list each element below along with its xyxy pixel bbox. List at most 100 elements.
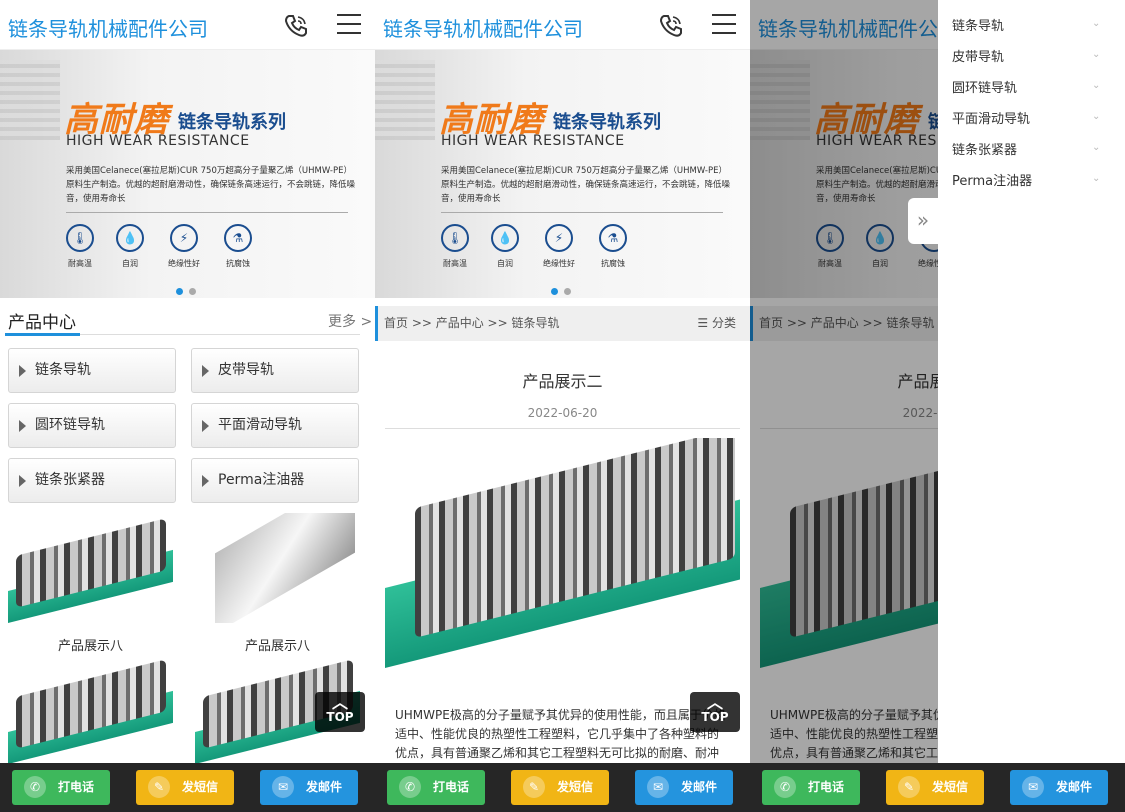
product-name[interactable]: 产品展示八 xyxy=(195,635,360,654)
product-card[interactable]: 产品展示八 xyxy=(195,513,360,654)
menu-item[interactable]: 圆环链导轨 xyxy=(952,77,1017,96)
drop-icon: 💧 xyxy=(116,224,144,252)
menu-item[interactable]: 平面滑动导轨 xyxy=(952,108,1030,127)
chevron-down-icon[interactable]: ⌄ xyxy=(1092,18,1100,29)
menu-item[interactable]: 链条张紧器 xyxy=(952,139,1017,158)
banner-english: HIGH WEAR RESISTANCE xyxy=(66,133,250,149)
detail-screen: 链条导轨机械配件公司 高耐磨 链条导轨系列 HIGH WEAR RESISTAN… xyxy=(375,0,750,812)
phone-icon[interactable] xyxy=(283,13,309,39)
product-image[interactable] xyxy=(195,513,360,623)
category-button[interactable]: 圆环链导轨 xyxy=(8,403,176,448)
call-button[interactable]: ✆ 打电话 xyxy=(387,770,485,805)
list-icon: ☰ xyxy=(697,316,712,330)
mail-icon: ✉ xyxy=(1022,776,1044,798)
back-to-top-button[interactable]: ︿ TOP xyxy=(315,692,365,732)
phone-icon: ✆ xyxy=(24,776,46,798)
home-screen: 链条导轨机械配件公司 高耐磨 链条导轨系列 HIGH WEAR RESISTAN… xyxy=(0,0,375,812)
edit-icon: ✎ xyxy=(898,776,920,798)
category-button[interactable]: 链条导轨 xyxy=(8,348,176,393)
banner-slider[interactable]: 高耐磨 链条导轨系列 HIGH WEAR RESISTANCE 采用美国Cela… xyxy=(375,50,750,298)
banner-slider[interactable]: 高耐磨 链条导轨系列 HIGH WEAR RESISTANCE 采用美国Cela… xyxy=(0,50,375,298)
slider-dots[interactable] xyxy=(176,280,202,298)
test-tube-icon: ⚗ xyxy=(224,224,252,252)
sms-button[interactable]: ✎ 发短信 xyxy=(136,770,234,805)
products-section-header: 产品中心 更多 > xyxy=(0,298,375,338)
product-name[interactable]: 产品展示八 xyxy=(8,635,173,654)
side-menu: 链条导轨 ⌄ 皮带导轨 ⌄ 圆环链导轨 ⌄ 平面滑动导轨 ⌄ 链条张紧器 ⌄ Perma注… xyxy=(938,0,1125,763)
feature-insulate: ⚡绝缘性好 xyxy=(164,224,204,269)
banner-subtitle: 链条导轨系列 xyxy=(553,112,661,133)
email-button[interactable]: ✉ 发邮件 xyxy=(635,770,733,805)
section-title: 产品中心 xyxy=(8,313,76,333)
site-logo[interactable]: 链条导轨机械配件公司 xyxy=(8,13,208,42)
more-link[interactable]: 更多 > xyxy=(328,311,372,331)
feature-insulate: ⚡绝缘性好 xyxy=(539,224,579,269)
test-tube-icon: ⚗ xyxy=(599,224,627,252)
product-card[interactable]: 产品展示八 xyxy=(8,513,173,654)
back-to-top-button[interactable]: ︿ TOP xyxy=(690,692,740,732)
breadcrumb-text[interactable]: 首页 >> 产品中心 >> 链条导轨 xyxy=(384,316,559,330)
call-button[interactable]: ✆ 打电话 xyxy=(762,770,860,805)
chevron-down-icon[interactable]: ⌄ xyxy=(1092,173,1100,184)
chevron-down-icon[interactable]: ⌄ xyxy=(1092,111,1100,122)
category-button[interactable]: 链条张紧器 xyxy=(8,458,176,503)
banner-subtitle: 链条导轨系列 xyxy=(178,112,286,133)
header: 链条导轨机械配件公司 xyxy=(375,0,750,50)
footer-bar: ✆ 打电话 ✎ 发短信 ✉ 发邮件 xyxy=(750,763,1125,812)
page-title: 产品展示二 xyxy=(522,372,603,391)
category-button[interactable]: 平面滑动导轨 xyxy=(191,403,359,448)
slider-dots[interactable] xyxy=(551,280,577,298)
menu-item[interactable]: 链条导轨 xyxy=(952,15,1004,34)
banner-english: HIGH WEAR RESISTANCE xyxy=(441,133,625,149)
category-button[interactable]: 皮带导轨 xyxy=(191,348,359,393)
footer-bar: ✆ 打电话 ✎ 发短信 ✉ 发邮件 xyxy=(375,763,750,812)
menu-icon[interactable] xyxy=(712,14,736,36)
menu-item[interactable]: Perma注油器 xyxy=(952,170,1032,189)
chevron-down-icon[interactable]: ⌄ xyxy=(1092,80,1100,91)
shield-icon: ⚡ xyxy=(545,224,573,252)
feature-lube: 💧 自润 xyxy=(485,224,525,269)
product-photo xyxy=(385,438,740,668)
email-button[interactable]: ✉ 发邮件 xyxy=(260,770,358,805)
phone-icon: ✆ xyxy=(399,776,421,798)
footer-bar: ✆ 打电话 ✎ 发短信 ✉ 发邮件 xyxy=(0,763,375,812)
feature-lube: 💧 自润 xyxy=(110,224,150,269)
product-image[interactable] xyxy=(8,654,173,764)
phone-icon[interactable] xyxy=(658,13,684,39)
chevron-up-icon: ︿ xyxy=(706,693,723,712)
banner-description: 采用美国Celanece(塞拉尼斯)CUR 750万超高分子量聚乙烯（UHMW-… xyxy=(441,166,731,204)
shield-icon: ⚡ xyxy=(170,224,198,252)
chevron-down-icon[interactable]: ⌄ xyxy=(1092,49,1100,60)
phone-icon: ✆ xyxy=(774,776,796,798)
product-image[interactable] xyxy=(8,513,173,623)
menu-icon[interactable] xyxy=(337,14,361,36)
category-button[interactable]: Perma注油器 xyxy=(191,458,359,503)
chevron-up-icon: ︿ xyxy=(331,693,348,712)
sms-button[interactable]: ✎ 发短信 xyxy=(886,770,984,805)
feature-heat: 🌡 耐高温 xyxy=(60,224,100,269)
banner-description: 采用美国Celanece(塞拉尼斯)CUR 750万超高分子量聚乙烯（UHMW-… xyxy=(66,166,356,204)
thermometer-icon: 🌡 xyxy=(441,224,469,252)
feature-corrosion: ⚗ 抗腐蚀 xyxy=(593,224,633,269)
mail-icon: ✉ xyxy=(272,776,294,798)
edit-icon: ✎ xyxy=(523,776,545,798)
feature-heat: 🌡 耐高温 xyxy=(435,224,475,269)
site-logo[interactable]: 链条导轨机械配件公司 xyxy=(383,13,583,42)
chevron-down-icon[interactable]: ⌄ xyxy=(1092,142,1100,153)
feature-corrosion: ⚗ 抗腐蚀 xyxy=(218,224,258,269)
thermometer-icon: 🌡 xyxy=(66,224,94,252)
categories-toggle[interactable]: ☰ 分类 xyxy=(697,306,736,341)
sms-button[interactable]: ✎ 发短信 xyxy=(511,770,609,805)
header: 链条导轨机械配件公司 xyxy=(0,0,375,50)
article-body: UHMWPE极高的分子量赋予其优异的使用性能，而且属于价格适中、性能优良的热塑性… xyxy=(395,708,726,760)
drop-icon: 💧 xyxy=(491,224,519,252)
publish-date: 2022-06-20 xyxy=(527,406,598,420)
double-chevron-right-icon: » xyxy=(916,208,930,232)
breadcrumb: 首页 >> 产品中心 >> 链条导轨 ☰ 分类 xyxy=(375,306,750,341)
email-button[interactable]: ✉ 发邮件 xyxy=(1010,770,1108,805)
close-menu-button[interactable]: » xyxy=(908,198,938,244)
menu-item[interactable]: 皮带导轨 xyxy=(952,46,1004,65)
call-button[interactable]: ✆ 打电话 xyxy=(12,770,110,805)
product-card[interactable] xyxy=(8,654,173,764)
edit-icon: ✎ xyxy=(148,776,170,798)
